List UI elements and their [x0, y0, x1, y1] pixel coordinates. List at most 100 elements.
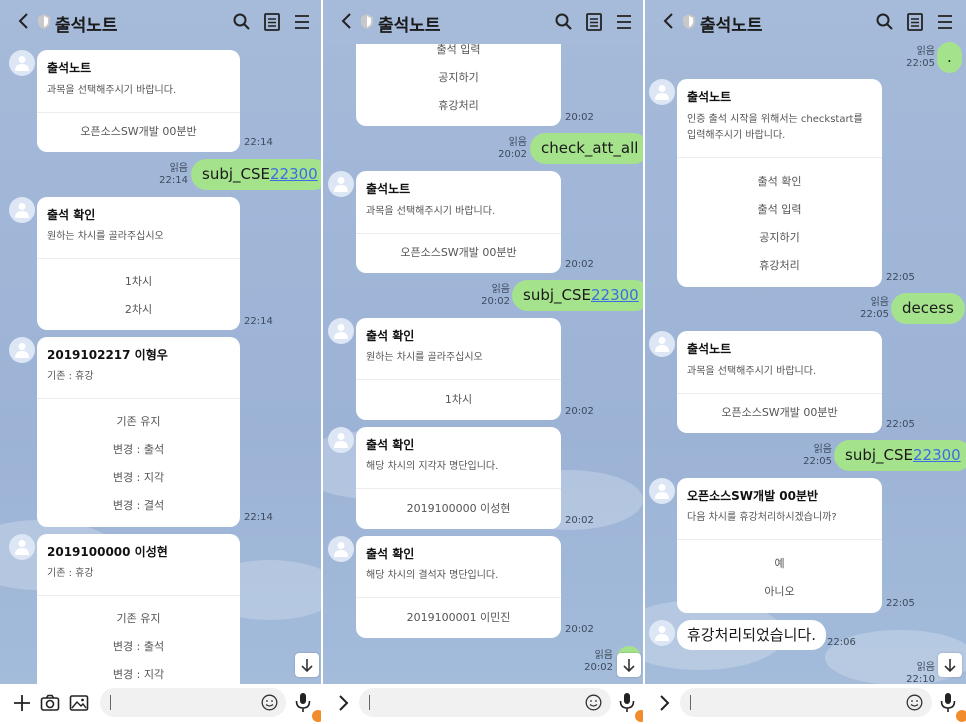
- card-option[interactable]: 공지하기: [356, 69, 561, 85]
- emoji-icon[interactable]: [261, 694, 278, 711]
- shield-logo-icon: [361, 14, 373, 29]
- message-link[interactable]: 22300: [591, 286, 639, 304]
- scroll-down-button[interactable]: [617, 653, 641, 677]
- card-option[interactable]: 2019100000 이성현: [356, 500, 561, 516]
- search-icon[interactable]: [875, 12, 895, 32]
- bot-avatar[interactable]: [649, 79, 675, 105]
- chevron-right-icon[interactable]: [654, 693, 674, 713]
- card-option[interactable]: 변경 : 지각: [37, 469, 240, 485]
- card-option[interactable]: 기존 유지: [37, 610, 240, 626]
- notes-icon[interactable]: [262, 12, 282, 32]
- card-option[interactable]: 예: [677, 555, 882, 571]
- person-icon: [655, 484, 669, 499]
- input-bar: [0, 684, 321, 724]
- my-message-bubble[interactable]: .: [937, 42, 962, 73]
- scroll-down-button[interactable]: [938, 653, 962, 677]
- search-icon[interactable]: [554, 12, 574, 32]
- message-time: 20:02: [565, 112, 594, 123]
- divider: [677, 157, 882, 158]
- microphone-icon[interactable]: [294, 692, 312, 714]
- notes-icon[interactable]: [584, 12, 604, 32]
- person-icon: [655, 337, 669, 352]
- card-option[interactable]: 변경 : 출석: [37, 638, 240, 654]
- divider: [37, 258, 240, 259]
- bot-avatar[interactable]: [9, 534, 35, 560]
- divider: [356, 597, 561, 598]
- message-card: 출석노트 인증 출석 시작을 위해서는 checkstart를 입력해주시기 바랍…: [677, 79, 882, 287]
- bot-message-bubble[interactable]: 휴강처리되었습니다.: [677, 620, 826, 650]
- divider: [677, 539, 882, 540]
- card-option[interactable]: 기존 유지: [37, 413, 240, 429]
- read-receipt: 읽음 22:05: [860, 297, 889, 320]
- bot-avatar[interactable]: [328, 536, 354, 562]
- card-option[interactable]: 변경 : 지각: [37, 666, 240, 682]
- message-link[interactable]: 22300: [270, 165, 318, 183]
- microphone-icon[interactable]: [939, 692, 957, 714]
- emoji-icon[interactable]: [906, 694, 923, 711]
- bot-avatar[interactable]: [328, 427, 354, 453]
- chat-panel-1: 출석노트 출석노트 과목을 선택해주시기 바랍니다. 오픈소스SW개발 00분반…: [0, 0, 321, 724]
- scroll-down-button[interactable]: [295, 653, 319, 677]
- person-icon: [15, 203, 29, 218]
- my-message-bubble[interactable]: subj_CSE22300: [512, 280, 643, 311]
- my-message-bubble[interactable]: subj_CSE22300: [191, 159, 321, 190]
- bot-avatar[interactable]: [9, 337, 35, 363]
- menu-icon[interactable]: [292, 12, 312, 32]
- menu-icon[interactable]: [935, 12, 955, 32]
- card-option[interactable]: 휴강처리: [677, 257, 882, 273]
- notes-icon[interactable]: [905, 12, 925, 32]
- menu-icon[interactable]: [614, 12, 634, 32]
- bot-avatar[interactable]: [649, 620, 675, 646]
- card-option[interactable]: 휴강처리: [356, 97, 561, 113]
- card-option[interactable]: 아니오: [677, 583, 882, 599]
- camera-icon[interactable]: [40, 693, 60, 713]
- card-option[interactable]: 출석 입력: [677, 201, 882, 217]
- back-arrow-icon[interactable]: [659, 10, 681, 32]
- message-input[interactable]: [359, 688, 611, 717]
- message-link[interactable]: 22300: [913, 446, 961, 464]
- search-icon[interactable]: [232, 12, 252, 32]
- message-time: 20:02: [565, 624, 594, 635]
- bot-avatar[interactable]: [9, 197, 35, 223]
- message-input[interactable]: [680, 688, 932, 717]
- notification-badge: [956, 710, 966, 722]
- plus-icon[interactable]: [12, 693, 32, 713]
- my-message-bubble[interactable]: check_att_all: [530, 133, 643, 164]
- my-message-bubble[interactable]: subj_CSE22300: [834, 440, 966, 471]
- card-option[interactable]: 공지하기: [677, 229, 882, 245]
- card-option[interactable]: 오픈소스SW개발 00분반: [37, 123, 240, 139]
- message-input[interactable]: [100, 688, 286, 717]
- message-time: 22:06: [827, 637, 856, 648]
- back-arrow-icon[interactable]: [14, 10, 36, 32]
- microphone-icon[interactable]: [618, 692, 636, 714]
- card-option[interactable]: 출석 확인: [677, 173, 882, 189]
- chevron-right-icon[interactable]: [333, 693, 353, 713]
- card-option[interactable]: 변경 : 출석: [37, 441, 240, 457]
- divider: [356, 233, 561, 234]
- read-receipt: 읽음 22:14: [159, 163, 188, 186]
- chat-header: 출석노트: [645, 0, 966, 44]
- card-option[interactable]: 오픈소스SW개발 00분반: [356, 244, 561, 260]
- card-option[interactable]: 1차시: [37, 273, 240, 289]
- message-card: 오픈소스SW개발 00분반 다음 차시를 휴강처리하시겠습니까? 예 아니오: [677, 478, 882, 613]
- emoji-icon[interactable]: [585, 694, 602, 711]
- chat-panel-2: 출석 입력 공지하기 휴강처리 20:02 출석노트 읽음 20:02 check…: [323, 0, 643, 724]
- notification-badge: [312, 710, 321, 722]
- card-option[interactable]: 2차시: [37, 301, 240, 317]
- my-message-bubble[interactable]: decess: [891, 293, 965, 324]
- bot-avatar[interactable]: [649, 478, 675, 504]
- input-bar: [323, 684, 643, 724]
- back-arrow-icon[interactable]: [337, 10, 359, 32]
- read-receipt: 읽음 22:10: [906, 662, 935, 685]
- card-option[interactable]: 2019100001 이민진: [356, 609, 561, 625]
- bot-avatar[interactable]: [328, 318, 354, 344]
- card-option[interactable]: 오픈소스SW개발 00분반: [677, 404, 882, 420]
- bot-avatar[interactable]: [328, 171, 354, 197]
- card-option[interactable]: 1차시: [356, 391, 561, 407]
- bot-avatar[interactable]: [649, 331, 675, 357]
- read-receipt: 읽음 22:05: [906, 46, 935, 69]
- person-icon: [334, 433, 348, 448]
- card-option[interactable]: 변경 : 결석: [37, 497, 240, 513]
- image-icon[interactable]: [69, 693, 89, 713]
- bot-avatar[interactable]: [9, 50, 35, 76]
